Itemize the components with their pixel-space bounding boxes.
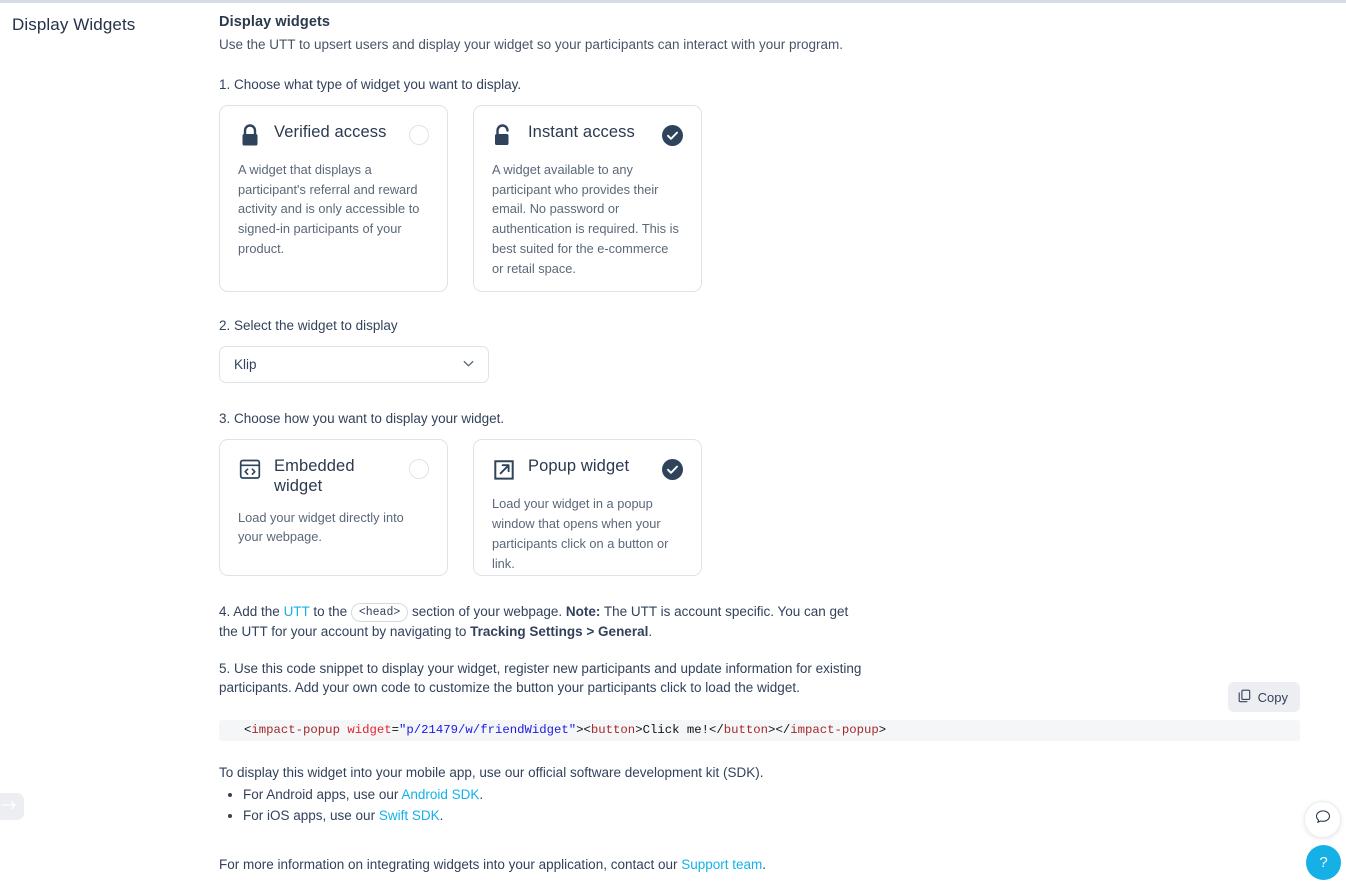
code-token: </ [775,723,791,737]
code-window-icon [238,457,262,483]
top-divider [0,0,1346,3]
head-tag-chip: <head> [350,603,409,623]
card-description: Load your widget directly into your webp… [238,509,404,545]
support-team-link[interactable]: Support team [681,857,762,872]
chat-bubble-icon [1314,808,1332,831]
list-item: For iOS apps, use our Swift SDK. [243,806,1329,825]
sdk-android-prefix: For Android apps, use our [243,786,402,802]
section-lead: Use the UTT to upsert users and display … [219,37,844,52]
step3-label: 3. Choose how you want to display your w… [219,411,505,427]
code-token: = [391,723,400,737]
code-token: > [635,723,643,737]
section-title: Display widgets [219,14,331,30]
card-embedded-widget[interactable]: Embedded widget Load your widget directl… [219,439,448,577]
step4-mid2: section of your webpage. [408,604,566,620]
code-token: "p/21479/w/friendWidget" [399,723,577,737]
step1-label: 1. Choose what type of widget you want t… [219,76,522,92]
copy-button-label: Copy [1257,689,1288,705]
widget-type-cards: Verified access A widget that displays a… [219,104,1329,292]
card-title: Embedded widget [274,457,355,496]
card-description: A widget available to any participant wh… [492,161,679,276]
widget-display-cards: Embedded widget Load your widget directl… [219,439,1329,577]
help-button-label: ? [1319,854,1328,871]
tracking-settings-path: Tracking Settings > General [470,624,649,640]
note-label: Note: [565,604,601,620]
card-title: Verified access [274,122,387,141]
sidebar-expand-toggle[interactable] [0,793,24,820]
code-token: widget [347,723,392,737]
card-description: A widget that displays a participant's r… [238,161,420,257]
card-title: Instant access [528,122,635,141]
card-instant-access[interactable]: Instant access A widget available to any… [473,104,702,292]
footer-suffix: . [762,856,767,872]
footer-prefix: For more information on integrating widg… [219,856,682,872]
step2-label: 2. Select the widget to display [219,317,398,333]
widget-select[interactable]: Klip [219,346,489,384]
chat-widget-button[interactable] [1304,801,1341,838]
external-link-icon [492,457,516,483]
code-snippet[interactable]: < impact-popup widget="p/21479/w/friendWi… [219,720,1300,741]
sdk-ios-prefix: For iOS apps, use our [243,807,379,823]
code-token: > [576,723,584,737]
main-content: Display widgets Use the UTT to upsert us… [219,14,1329,874]
sdk-intro: To display this widget into your mobile … [219,765,764,780]
radio-unselected[interactable] [409,124,429,145]
radio-unselected[interactable] [409,459,429,480]
code-token: > [878,723,887,737]
utt-link[interactable]: UTT [284,604,310,619]
radio-selected[interactable] [662,124,683,146]
android-sdk-link[interactable]: Android SDK [401,787,479,802]
radio-selected[interactable] [662,459,683,481]
step4-prefix: 4. Add the [219,604,284,620]
lock-closed-icon [238,123,262,149]
footer-paragraph: For more information on integrating widg… [219,855,869,875]
copy-button[interactable]: Copy [1227,682,1300,712]
code-token: Click me! [642,723,709,737]
step4-paragraph: 4. Add the UTT to the <head> section of … [219,602,869,642]
chevron-down-icon [461,356,476,374]
code-token: button [590,723,636,737]
lock-open-icon [492,123,516,149]
card-verified-access[interactable]: Verified access A widget that displays a… [219,104,448,292]
code-token: button [723,723,769,737]
card-popup-widget[interactable]: Popup widget Load your widget in a popup… [473,439,702,577]
list-item: For Android apps, use our Android SDK. [243,785,1329,804]
code-token: </ [709,723,724,737]
copy-icon [1238,689,1251,706]
card-title: Popup widget [528,457,630,476]
code-token: < [583,723,591,737]
swift-sdk-link[interactable]: Swift SDK [379,808,440,823]
sdk-ios-suffix: . [439,807,444,823]
card-description: Load your widget in a popup window that … [492,496,669,571]
sdk-android-suffix: . [479,786,484,802]
help-button[interactable]: ? [1306,845,1341,880]
step5-paragraph: 5. Use this code snippet to display your… [219,660,862,696]
step4-suffix: . [648,624,653,640]
code-token: impact-popup [790,723,879,737]
arrow-right-icon [1,798,19,816]
code-token: impact-popup [251,723,340,737]
page-title: Display Widgets [12,15,136,34]
widget-select-value: Klip [234,357,257,373]
sdk-list: For Android apps, use our Android SDK. F… [219,785,1329,825]
step4-mid1: to the [309,604,351,620]
